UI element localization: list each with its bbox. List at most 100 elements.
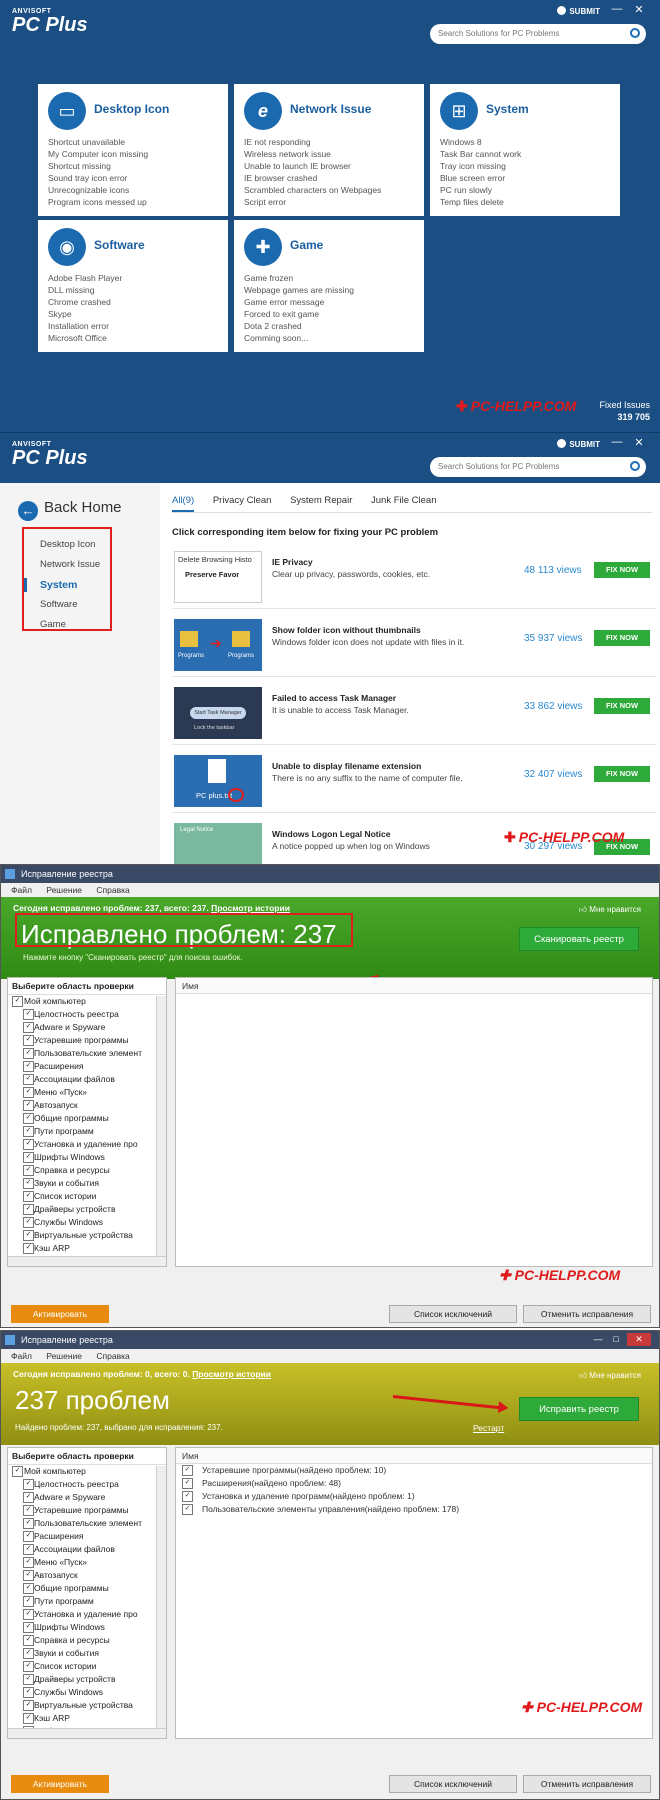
card-link[interactable]: Skype xyxy=(48,308,122,320)
search-input[interactable]: Search Solutions for PC Problems xyxy=(430,457,646,477)
like-button[interactable]: 👍︎ Мне нравится xyxy=(579,905,641,915)
tree-item[interactable]: Драйверы устройств xyxy=(8,1203,166,1216)
tree-item[interactable]: Драйверы устройств xyxy=(8,1673,166,1686)
tree-item[interactable]: Adware и Spyware xyxy=(8,1021,166,1034)
menu-file[interactable]: Файл xyxy=(11,885,32,895)
minimize-icon[interactable]: — xyxy=(610,3,624,15)
card-link[interactable]: IE browser crashed xyxy=(244,172,381,184)
horizontal-scrollbar[interactable] xyxy=(8,1256,166,1266)
history-link[interactable]: Просмотр истории xyxy=(211,903,290,913)
sidebar-item-game[interactable]: Game xyxy=(40,615,110,635)
card-link[interactable]: Game error message xyxy=(244,296,354,308)
tree-item[interactable]: Расширения xyxy=(8,1530,166,1543)
activate-button[interactable]: Активировать xyxy=(11,1305,109,1323)
table-row[interactable]: Пользовательские элементы управления(най… xyxy=(176,1503,652,1516)
vertical-scrollbar[interactable] xyxy=(156,996,166,1256)
fix-now-button[interactable]: FIX NOW xyxy=(594,698,650,714)
tree-item[interactable]: Пользовательские элемент xyxy=(8,1517,166,1530)
card-network-issue[interactable]: e Network Issue IE not responding Wirele… xyxy=(234,84,424,216)
tree-item[interactable]: Общие программы xyxy=(8,1582,166,1595)
fix-registry-button[interactable]: Исправить реестр xyxy=(519,1397,639,1421)
menu-solution[interactable]: Решение xyxy=(46,885,82,895)
activate-button[interactable]: Активировать xyxy=(11,1775,109,1793)
tree-item[interactable]: Adware и Spyware xyxy=(8,1491,166,1504)
table-row[interactable]: Расширения(найдено проблем: 48) xyxy=(176,1477,652,1490)
minimize-icon[interactable]: — xyxy=(591,1333,605,1346)
menu-solution[interactable]: Решение xyxy=(46,1351,82,1361)
card-link[interactable]: IE not responding xyxy=(244,136,381,148)
sidebar-item-desktop-icon[interactable]: Desktop Icon xyxy=(40,535,110,555)
card-link[interactable]: Tray icon missing xyxy=(440,160,521,172)
exclusions-button[interactable]: Список исключений xyxy=(389,1305,517,1323)
grid-header-name[interactable]: Имя xyxy=(176,978,652,994)
tree-item[interactable]: Пути программ xyxy=(8,1125,166,1138)
card-link[interactable]: Script error xyxy=(244,196,381,208)
card-link[interactable]: Comming soon... xyxy=(244,332,354,344)
search-icon[interactable] xyxy=(630,28,640,38)
restart-link[interactable]: Рестарт xyxy=(473,1423,504,1433)
search-icon[interactable] xyxy=(630,461,640,471)
undo-fixes-button[interactable]: Отменить исправления xyxy=(523,1775,651,1793)
close-icon[interactable]: ✕ xyxy=(627,1333,651,1346)
table-row[interactable]: Устаревшие программы(найдено проблем: 10… xyxy=(176,1464,652,1477)
menu-help[interactable]: Справка xyxy=(96,1351,129,1361)
table-row[interactable]: Установка и удаление программ(найдено пр… xyxy=(176,1490,652,1503)
tree-item[interactable]: Справка и ресурсы xyxy=(8,1164,166,1177)
tree-item[interactable]: Установка и удаление про xyxy=(8,1138,166,1151)
close-icon[interactable]: ✕ xyxy=(632,436,646,449)
card-link[interactable]: DLL missing xyxy=(48,284,122,296)
card-link[interactable]: Forced to exit game xyxy=(244,308,354,320)
card-software[interactable]: ◉ Software Adobe Flash Player DLL missin… xyxy=(38,220,228,352)
sidebar-item-software[interactable]: Software xyxy=(40,595,110,615)
tree-item[interactable]: Меню «Пуск» xyxy=(8,1086,166,1099)
tree-item[interactable]: Виртуальные устройства xyxy=(8,1229,166,1242)
tree-item[interactable]: Кэш ARP xyxy=(8,1242,166,1255)
tree-item[interactable]: Службы Windows xyxy=(8,1216,166,1229)
tree-item[interactable]: Шрифты Windows xyxy=(8,1621,166,1634)
card-system[interactable]: ⊞ System Windows 8 Task Bar cannot work … xyxy=(430,84,620,216)
tree-item[interactable]: Общие программы xyxy=(8,1112,166,1125)
submit-button[interactable]: SUBMIT xyxy=(557,6,600,16)
card-link[interactable]: Unable to launch IE browser xyxy=(244,160,381,172)
tab-all[interactable]: All(9) xyxy=(172,495,195,512)
card-link[interactable]: Webpage games are missing xyxy=(244,284,354,296)
tree-item[interactable]: Целостность реестра xyxy=(8,1008,166,1021)
tree-root[interactable]: Мой компьютер xyxy=(8,1465,166,1478)
history-link[interactable]: Просмотр истории xyxy=(192,1369,271,1379)
tree-item[interactable]: Список истории xyxy=(8,1190,166,1203)
menu-file[interactable]: Файл xyxy=(11,1351,32,1361)
card-desktop-icon[interactable]: ▭ Desktop Icon Shortcut unavailable My C… xyxy=(38,84,228,216)
tab-privacy-clean[interactable]: Privacy Clean xyxy=(213,495,272,510)
tree-item[interactable]: Список истории xyxy=(8,1660,166,1673)
sidebar-item-system[interactable]: System xyxy=(40,575,110,595)
tree-item[interactable]: Шрифты Windows xyxy=(8,1151,166,1164)
card-link[interactable]: Scrambled characters on Webpages xyxy=(244,184,381,196)
card-link[interactable]: Game frozen xyxy=(244,272,354,284)
sidebar-item-network-issue[interactable]: Network Issue xyxy=(40,555,110,575)
card-link[interactable]: Blue screen error xyxy=(440,172,521,184)
card-link[interactable]: PC run slowly xyxy=(440,184,521,196)
fix-now-button[interactable]: FIX NOW xyxy=(594,766,650,782)
tree-item[interactable]: Устаревшие программы xyxy=(8,1504,166,1517)
tree-item[interactable]: Автозапуск xyxy=(8,1099,166,1112)
exclusions-button[interactable]: Список исключений xyxy=(389,1775,517,1793)
menu-help[interactable]: Справка xyxy=(96,885,129,895)
card-link[interactable]: Dota 2 crashed xyxy=(244,320,354,332)
tab-junk-file-clean[interactable]: Junk File Clean xyxy=(371,495,436,510)
search-input[interactable]: Search Solutions for PC Problems xyxy=(430,24,646,44)
card-link[interactable]: Shortcut missing xyxy=(48,160,148,172)
card-link[interactable]: Unrecognizable icons xyxy=(48,184,148,196)
tree-item[interactable]: Звуки и события xyxy=(8,1177,166,1190)
fix-now-button[interactable]: FIX NOW xyxy=(594,630,650,646)
minimize-icon[interactable]: — xyxy=(610,436,624,448)
tree-item[interactable]: Пути программ xyxy=(8,1595,166,1608)
scan-registry-button[interactable]: Сканировать реестр xyxy=(519,927,639,951)
card-link[interactable]: Shortcut unavailable xyxy=(48,136,148,148)
card-link[interactable]: Adobe Flash Player xyxy=(48,272,122,284)
tree-item[interactable]: Ассоциации файлов xyxy=(8,1543,166,1556)
tree-item[interactable]: Кэш ARP xyxy=(8,1712,166,1725)
card-link[interactable]: Microsoft Office xyxy=(48,332,122,344)
tree-item[interactable]: Автозапуск xyxy=(8,1569,166,1582)
tree-item[interactable]: Установка и удаление про xyxy=(8,1608,166,1621)
card-game[interactable]: ✚ Game Game frozen Webpage games are mis… xyxy=(234,220,424,352)
